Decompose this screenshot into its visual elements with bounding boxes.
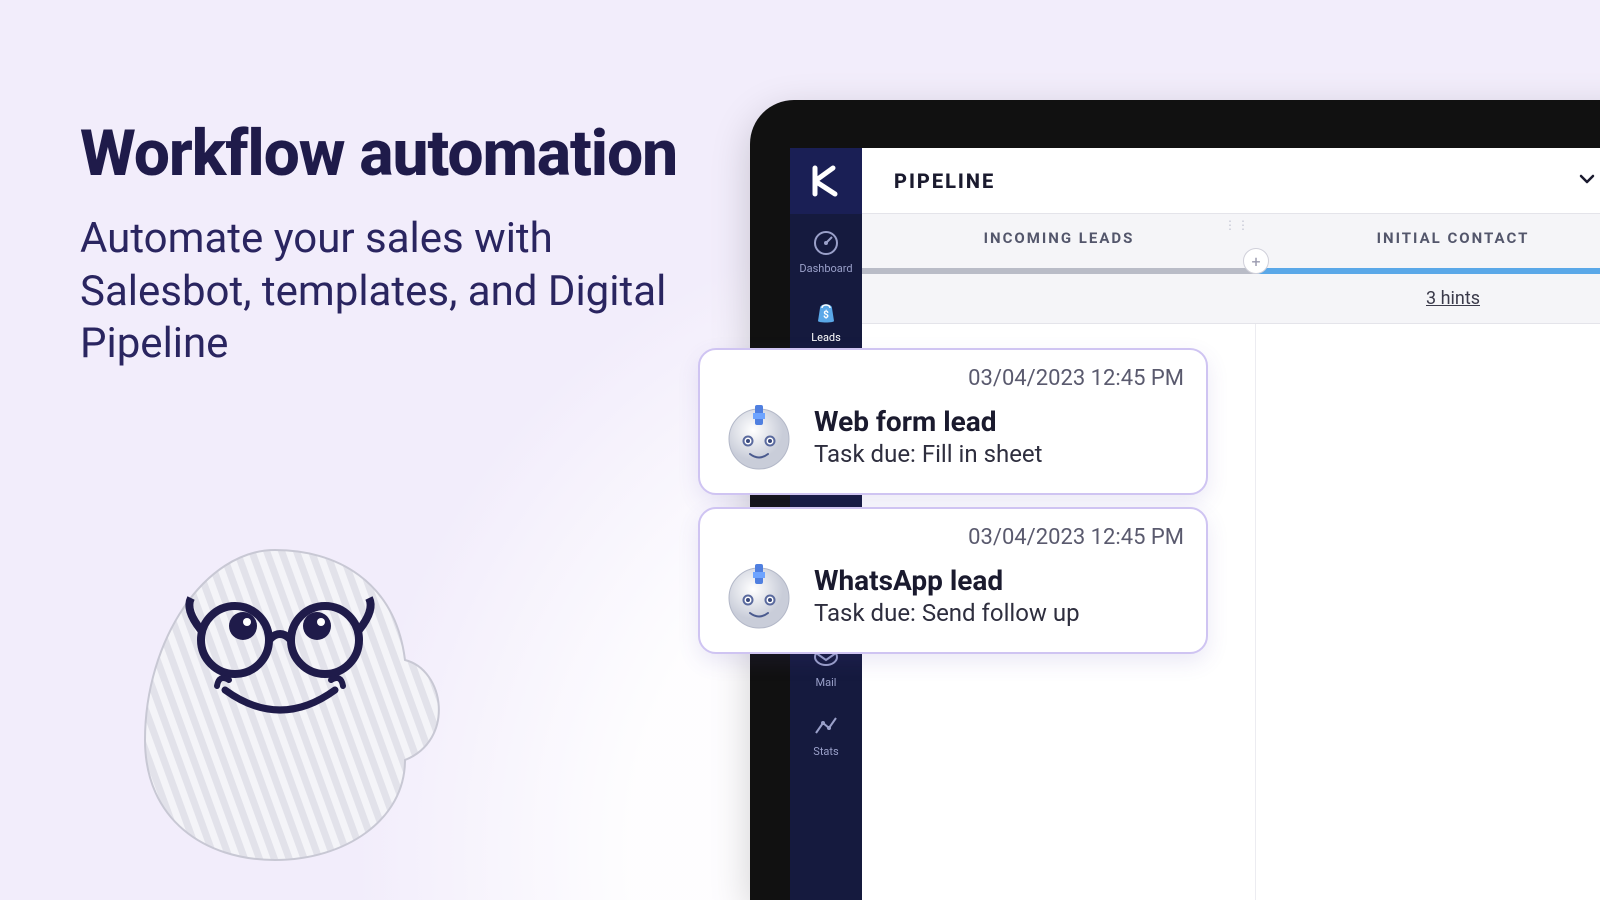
app-logo[interactable] [790, 148, 862, 214]
bot-avatar-icon [722, 558, 796, 632]
topbar: PIPELINE [862, 148, 1600, 214]
column-bar [1256, 268, 1600, 274]
sidebar-item-stats[interactable]: Stats [790, 697, 862, 766]
sidebar-item-dashboard[interactable]: Dashboard [790, 214, 862, 283]
hints-cell-empty [862, 274, 1256, 323]
mascot-character [95, 540, 455, 870]
hints-row: 3 hints [862, 274, 1600, 324]
sidebar-item-leads[interactable]: $ Leads [790, 283, 862, 352]
notification-card[interactable]: 03/04/2023 12:45 PM Web form [698, 348, 1208, 495]
sidebar-item-label: Mail [816, 676, 837, 689]
card-timestamp: 03/04/2023 12:45 PM [722, 366, 1184, 391]
hero-title: Workflow automation [80, 120, 700, 187]
sidebar-item-label: Dashboard [799, 262, 852, 275]
hero-copy: Workflow automation Automate your sales … [80, 120, 700, 371]
board-column[interactable] [1256, 324, 1600, 900]
sidebar-item-label: Leads [811, 331, 841, 344]
pipeline-title: PIPELINE [894, 169, 995, 193]
logo-icon [809, 164, 843, 198]
card-task: Task due: Fill in sheet [814, 440, 1043, 468]
card-timestamp: 03/04/2023 12:45 PM [722, 525, 1184, 550]
chevron-down-icon [1576, 168, 1598, 190]
notification-cards: 03/04/2023 12:45 PM Web form [698, 348, 1208, 654]
column-initial-contact: INITIAL CONTACT + + ⋮⋮ [1256, 214, 1600, 274]
add-stage-button[interactable]: + [1243, 248, 1269, 274]
sidebar-item-label: Stats [813, 745, 838, 758]
card-title: Web form lead [814, 405, 1043, 438]
card-title: WhatsApp lead [814, 564, 1080, 597]
column-bar [862, 268, 1256, 274]
drag-handle-icon[interactable]: ⋮⋮ [1224, 218, 1250, 232]
column-title: INCOMING LEADS [984, 229, 1135, 247]
hints-link[interactable]: 3 hints [1426, 288, 1480, 309]
hints-cell: 3 hints [1256, 274, 1600, 323]
bag-icon: $ [811, 297, 841, 327]
pipeline-dropdown[interactable] [1576, 168, 1598, 194]
card-task: Task due: Send follow up [814, 599, 1080, 627]
stats-icon [811, 711, 841, 741]
gauge-icon [811, 228, 841, 258]
svg-text:$: $ [823, 308, 829, 321]
hero-subtitle: Automate your sales with Salesbot, templ… [80, 213, 700, 371]
notification-card[interactable]: 03/04/2023 12:45 PM WhatsApp lead Task d… [698, 507, 1208, 654]
column-incoming-leads: INCOMING LEADS ⋮⋮ [862, 214, 1256, 274]
bot-avatar-icon [722, 399, 796, 473]
pipeline-columns-header: INCOMING LEADS ⋮⋮ INITIAL CONTACT + + ⋮⋮ [862, 214, 1600, 274]
column-title: INITIAL CONTACT [1377, 229, 1530, 247]
